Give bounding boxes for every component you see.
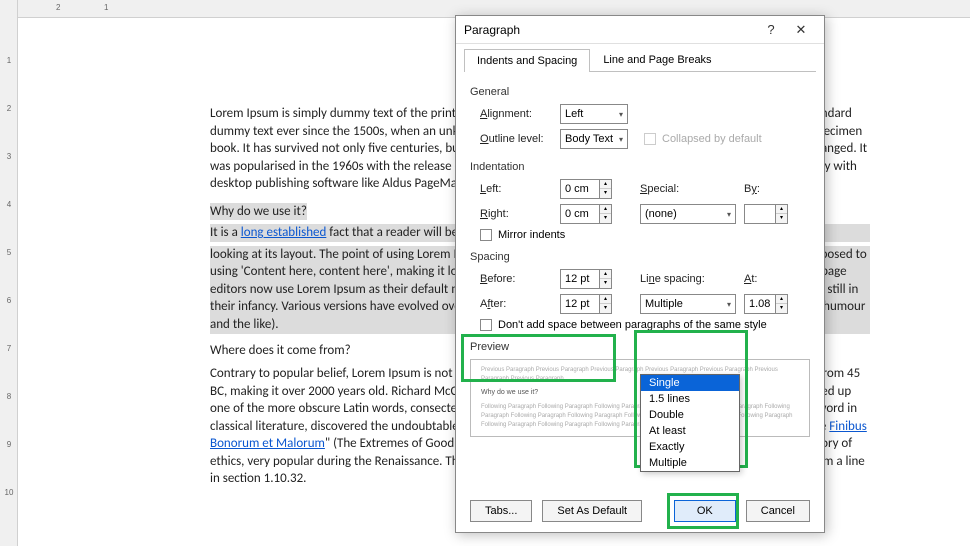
mirror-label: Mirror indents [498,229,565,241]
alignment-label: Alignment: [480,108,560,120]
tab-indents-spacing[interactable]: Indents and Spacing [464,49,590,72]
before-input[interactable]: 12 pt▴▾ [560,269,612,289]
collapsed-label: Collapsed by default [662,133,762,145]
section-spacing: Spacing [470,251,810,263]
dropdown-option[interactable]: At least [641,423,739,439]
dont-add-space-checkbox[interactable] [480,319,492,331]
special-label: Special: [640,183,700,195]
dont-add-space-label: Don't add space between paragraphs of th… [498,319,767,331]
dropdown-option[interactable]: Single [641,375,739,391]
section-general: General [470,86,810,98]
line-spacing-dropdown[interactable]: Single 1.5 lines Double At least Exactly… [640,374,740,472]
tabs-button[interactable]: Tabs... [470,500,532,522]
by-input[interactable]: ▴▾ [744,204,788,224]
at-input[interactable]: 1.08▴▾ [744,294,788,314]
special-select[interactable]: (none)▾ [640,204,736,224]
dropdown-option[interactable]: Exactly [641,439,739,455]
outline-select[interactable]: Body Text▾ [560,129,628,149]
cancel-button[interactable]: Cancel [746,500,810,522]
line-spacing-select[interactable]: Multiple▾ [640,294,736,314]
hyperlink[interactable]: long established [241,225,327,240]
right-indent-label: Right: [480,208,560,220]
dialog-title: Paragraph [464,23,756,37]
left-indent-input[interactable]: 0 cm▴▾ [560,179,612,199]
paragraph-dialog: Paragraph ? ✕ Indents and Spacing Line a… [455,15,825,533]
by-label: By: [744,183,768,195]
vertical-ruler: 12345678910 [0,0,18,546]
close-button[interactable]: ✕ [786,22,816,38]
right-indent-input[interactable]: 0 cm▴▾ [560,204,612,224]
tab-line-page-breaks[interactable]: Line and Page Breaks [590,48,724,71]
mirror-checkbox[interactable] [480,229,492,241]
alignment-select[interactable]: Left▾ [560,104,628,124]
after-label: After: [480,298,560,310]
help-button[interactable]: ? [756,22,786,37]
heading-selected[interactable]: Why do we use it? [210,203,307,221]
collapsed-checkbox [644,133,656,145]
ok-button[interactable]: OK [674,500,736,522]
left-indent-label: Left: [480,183,560,195]
after-input[interactable]: 12 pt▴▾ [560,294,612,314]
dropdown-option[interactable]: Multiple [641,455,739,471]
dropdown-option[interactable]: 1.5 lines [641,391,739,407]
outline-label: Outline level: [480,133,560,145]
before-label: Before: [480,273,560,285]
at-label: At: [744,273,768,285]
section-preview: Preview [470,341,810,353]
dropdown-option[interactable]: Double [641,407,739,423]
set-default-button[interactable]: Set As Default [542,500,642,522]
section-indentation: Indentation [470,161,810,173]
line-spacing-label: Line spacing: [640,273,718,285]
